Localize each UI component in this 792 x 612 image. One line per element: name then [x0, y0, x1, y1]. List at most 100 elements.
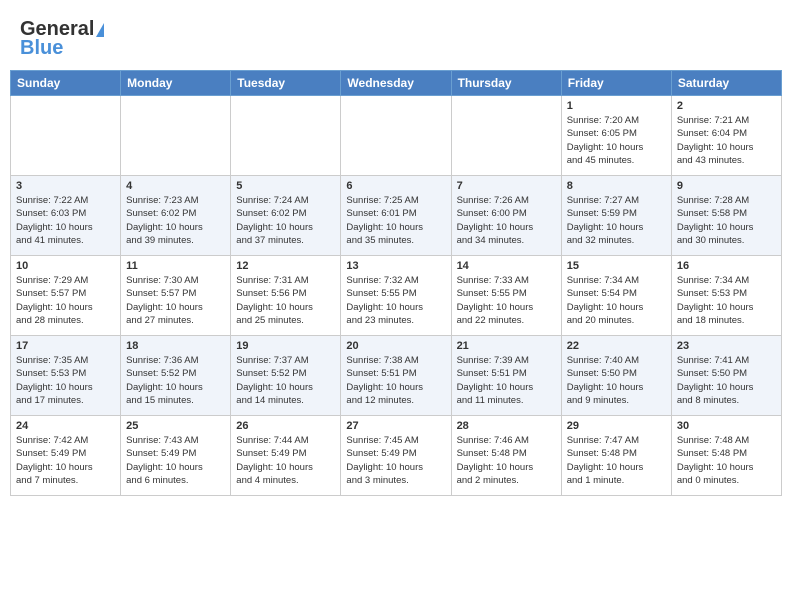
day-number: 2 — [677, 100, 776, 112]
day-number: 30 — [677, 420, 776, 432]
day-cell: 5 Sunrise: 7:24 AM Sunset: 6:02 PM Daylig… — [231, 176, 341, 256]
day-number: 14 — [457, 260, 556, 272]
day-info: Sunrise: 7:32 AM Sunset: 5:55 PM Dayligh… — [346, 274, 445, 327]
day-cell: 21 Sunrise: 7:39 AM Sunset: 5:51 PM Dayli… — [451, 336, 561, 416]
logo: General Blue — [20, 18, 104, 60]
page-header: General Blue — [10, 10, 782, 66]
calendar-table: SundayMondayTuesdayWednesdayThursdayFrid… — [10, 70, 782, 496]
day-cell: 29 Sunrise: 7:47 AM Sunset: 5:48 PM Dayli… — [561, 416, 671, 496]
day-info: Sunrise: 7:27 AM Sunset: 5:59 PM Dayligh… — [567, 194, 666, 247]
day-number: 21 — [457, 340, 556, 352]
day-number: 13 — [346, 260, 445, 272]
day-cell: 24Sunrise: 7:42 AM Sunset: 5:49 PM Dayli… — [11, 416, 121, 496]
day-number: 29 — [567, 420, 666, 432]
day-number: 9 — [677, 180, 776, 192]
day-cell — [11, 96, 121, 176]
day-info: Sunrise: 7:26 AM Sunset: 6:00 PM Dayligh… — [457, 194, 556, 247]
weekday-header-tuesday: Tuesday — [231, 71, 341, 96]
day-cell: 30 Sunrise: 7:48 AM Sunset: 5:48 PM Dayli… — [671, 416, 781, 496]
day-cell: 13 Sunrise: 7:32 AM Sunset: 5:55 PM Dayli… — [341, 256, 451, 336]
day-cell: 10 Sunrise: 7:29 AM Sunset: 5:57 PM Dayli… — [11, 256, 121, 336]
day-cell — [231, 96, 341, 176]
day-cell: 25 Sunrise: 7:43 AM Sunset: 5:49 PM Dayli… — [121, 416, 231, 496]
day-cell: 19 Sunrise: 7:37 AM Sunset: 5:52 PM Dayli… — [231, 336, 341, 416]
day-cell: 27 Sunrise: 7:45 AM Sunset: 5:49 PM Dayli… — [341, 416, 451, 496]
day-info: Sunrise: 7:47 AM Sunset: 5:48 PM Dayligh… — [567, 434, 666, 487]
day-number: 1 — [567, 100, 666, 112]
day-number: 6 — [346, 180, 445, 192]
day-cell — [121, 96, 231, 176]
day-cell: 20 Sunrise: 7:38 AM Sunset: 5:51 PM Dayli… — [341, 336, 451, 416]
day-info: Sunrise: 7:44 AM Sunset: 5:49 PM Dayligh… — [236, 434, 335, 487]
day-info: Sunrise: 7:46 AM Sunset: 5:48 PM Dayligh… — [457, 434, 556, 487]
day-number: 26 — [236, 420, 335, 432]
day-info: Sunrise: 7:34 AM Sunset: 5:54 PM Dayligh… — [567, 274, 666, 327]
day-number: 25 — [126, 420, 225, 432]
week-row-1: 1Sunrise: 7:20 AM Sunset: 6:05 PM Daylig… — [11, 96, 782, 176]
day-info: Sunrise: 7:37 AM Sunset: 5:52 PM Dayligh… — [236, 354, 335, 407]
day-number: 15 — [567, 260, 666, 272]
day-info: Sunrise: 7:36 AM Sunset: 5:52 PM Dayligh… — [126, 354, 225, 407]
day-cell: 8 Sunrise: 7:27 AM Sunset: 5:59 PM Daylig… — [561, 176, 671, 256]
day-info: Sunrise: 7:25 AM Sunset: 6:01 PM Dayligh… — [346, 194, 445, 247]
day-info: Sunrise: 7:39 AM Sunset: 5:51 PM Dayligh… — [457, 354, 556, 407]
day-info: Sunrise: 7:29 AM Sunset: 5:57 PM Dayligh… — [16, 274, 115, 327]
day-info: Sunrise: 7:33 AM Sunset: 5:55 PM Dayligh… — [457, 274, 556, 327]
day-number: 10 — [16, 260, 115, 272]
weekday-header-thursday: Thursday — [451, 71, 561, 96]
weekday-header-monday: Monday — [121, 71, 231, 96]
day-info: Sunrise: 7:21 AM Sunset: 6:04 PM Dayligh… — [677, 114, 776, 167]
day-info: Sunrise: 7:24 AM Sunset: 6:02 PM Dayligh… — [236, 194, 335, 247]
day-number: 20 — [346, 340, 445, 352]
day-number: 16 — [677, 260, 776, 272]
day-number: 22 — [567, 340, 666, 352]
day-cell: 3Sunrise: 7:22 AM Sunset: 6:03 PM Daylig… — [11, 176, 121, 256]
weekday-header-wednesday: Wednesday — [341, 71, 451, 96]
day-number: 19 — [236, 340, 335, 352]
day-info: Sunrise: 7:48 AM Sunset: 5:48 PM Dayligh… — [677, 434, 776, 487]
day-cell: 1Sunrise: 7:20 AM Sunset: 6:05 PM Daylig… — [561, 96, 671, 176]
day-number: 5 — [236, 180, 335, 192]
day-info: Sunrise: 7:38 AM Sunset: 5:51 PM Dayligh… — [346, 354, 445, 407]
week-row-4: 17 Sunrise: 7:35 AM Sunset: 5:53 PM Dayli… — [11, 336, 782, 416]
weekday-header-saturday: Saturday — [671, 71, 781, 96]
day-info: Sunrise: 7:45 AM Sunset: 5:49 PM Dayligh… — [346, 434, 445, 487]
day-cell: 6 Sunrise: 7:25 AM Sunset: 6:01 PM Daylig… — [341, 176, 451, 256]
day-number: 23 — [677, 340, 776, 352]
day-info: Sunrise: 7:40 AM Sunset: 5:50 PM Dayligh… — [567, 354, 666, 407]
day-cell: 26 Sunrise: 7:44 AM Sunset: 5:49 PM Dayli… — [231, 416, 341, 496]
day-number: 28 — [457, 420, 556, 432]
day-info: Sunrise: 7:43 AM Sunset: 5:49 PM Dayligh… — [126, 434, 225, 487]
day-info: Sunrise: 7:22 AM Sunset: 6:03 PM Dayligh… — [16, 194, 115, 247]
day-info: Sunrise: 7:35 AM Sunset: 5:53 PM Dayligh… — [16, 354, 115, 407]
day-cell: 22 Sunrise: 7:40 AM Sunset: 5:50 PM Dayli… — [561, 336, 671, 416]
day-cell: 18 Sunrise: 7:36 AM Sunset: 5:52 PM Dayli… — [121, 336, 231, 416]
day-number: 27 — [346, 420, 445, 432]
day-cell — [341, 96, 451, 176]
day-number: 18 — [126, 340, 225, 352]
day-cell: 28 Sunrise: 7:46 AM Sunset: 5:48 PM Dayli… — [451, 416, 561, 496]
day-info: Sunrise: 7:23 AM Sunset: 6:02 PM Dayligh… — [126, 194, 225, 247]
weekday-header-friday: Friday — [561, 71, 671, 96]
day-number: 4 — [126, 180, 225, 192]
day-info: Sunrise: 7:31 AM Sunset: 5:56 PM Dayligh… — [236, 274, 335, 327]
day-cell: 11 Sunrise: 7:30 AM Sunset: 5:57 PM Dayli… — [121, 256, 231, 336]
day-number: 7 — [457, 180, 556, 192]
day-cell: 23 Sunrise: 7:41 AM Sunset: 5:50 PM Dayli… — [671, 336, 781, 416]
day-info: Sunrise: 7:30 AM Sunset: 5:57 PM Dayligh… — [126, 274, 225, 327]
day-cell: 16Sunrise: 7:34 AM Sunset: 5:53 PM Dayli… — [671, 256, 781, 336]
day-number: 8 — [567, 180, 666, 192]
logo-triangle-icon — [96, 23, 104, 37]
day-info: Sunrise: 7:41 AM Sunset: 5:50 PM Dayligh… — [677, 354, 776, 407]
week-row-3: 10 Sunrise: 7:29 AM Sunset: 5:57 PM Dayli… — [11, 256, 782, 336]
day-cell: 14 Sunrise: 7:33 AM Sunset: 5:55 PM Dayli… — [451, 256, 561, 336]
day-info: Sunrise: 7:42 AM Sunset: 5:49 PM Dayligh… — [16, 434, 115, 487]
day-number: 12 — [236, 260, 335, 272]
day-cell: 4 Sunrise: 7:23 AM Sunset: 6:02 PM Daylig… — [121, 176, 231, 256]
weekday-header-sunday: Sunday — [11, 71, 121, 96]
day-number: 11 — [126, 260, 225, 272]
logo-blue: Blue — [20, 37, 63, 60]
day-cell: 7 Sunrise: 7:26 AM Sunset: 6:00 PM Daylig… — [451, 176, 561, 256]
day-number: 17 — [16, 340, 115, 352]
weekday-header-row: SundayMondayTuesdayWednesdayThursdayFrid… — [11, 71, 782, 96]
